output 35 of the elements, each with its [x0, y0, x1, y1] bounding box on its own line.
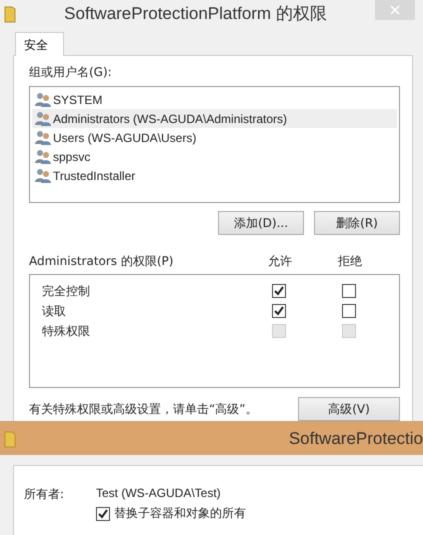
advanced-hint: 有关特殊权限或高级设置，请单击“高级”。 [29, 400, 258, 418]
advanced-button[interactable]: 高级(V) [298, 397, 400, 421]
permission-checkbox[interactable] [342, 284, 356, 298]
permission-name: 特殊权限 [42, 322, 91, 340]
permission-checkbox[interactable] [272, 304, 286, 318]
permission-name: 完全控制 [42, 282, 91, 300]
group-item[interactable]: SYSTEM [32, 90, 397, 109]
groups-label: 组或用户名(G): [29, 64, 113, 81]
add-button[interactable]: 添加(D)... [218, 211, 304, 235]
group-item[interactable]: sppsvc [32, 147, 397, 166]
replace-owner-checkbox[interactable] [96, 506, 110, 520]
tab[interactable]: 安全 [15, 32, 64, 56]
permissions-label: Administrators 的权限(P) [29, 253, 174, 270]
owner-value: Test (WS-AGUDA\Test) [96, 486, 222, 502]
users-icon [35, 168, 51, 183]
window-title: SoftwareProtectionPlatform 的权限 [63, 3, 328, 25]
permission-checkbox[interactable] [342, 304, 356, 318]
remove-button[interactable]: 删除(R) [314, 211, 400, 235]
close-icon [390, 5, 400, 15]
group-item[interactable]: Users (WS-AGUDA\Users) [32, 128, 397, 147]
users-icon [35, 149, 51, 164]
group-item[interactable]: Administrators (WS-AGUDA\Administrators) [32, 109, 397, 128]
column-heading: 允许 [267, 253, 293, 270]
owner-label: 所有者: [24, 486, 66, 503]
users-icon [35, 130, 51, 145]
replace-owner-label: 替换子容器和对象的所有 [114, 505, 246, 522]
permission-name: 读取 [42, 302, 67, 320]
permission-checkbox[interactable] [272, 284, 286, 298]
window-title: SoftwareProtectio [288, 428, 423, 448]
column-heading: 拒绝 [337, 253, 363, 270]
folder-icon [4, 430, 16, 448]
folder-icon [4, 4, 16, 22]
users-icon [35, 111, 51, 126]
group-item[interactable]: TrustedInstaller [32, 166, 397, 185]
users-icon [35, 92, 51, 107]
